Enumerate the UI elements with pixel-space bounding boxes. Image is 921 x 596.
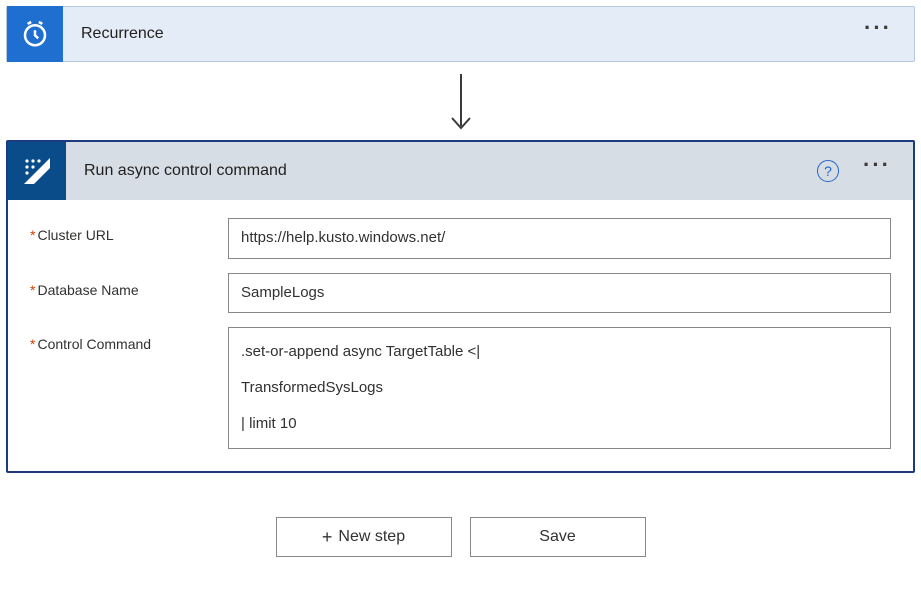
label-control-command: *Control Command xyxy=(30,327,228,352)
save-button[interactable]: Save xyxy=(470,517,646,557)
arrow-down-icon xyxy=(447,72,475,132)
row-control-command: *Control Command xyxy=(30,327,891,449)
label-cluster-url: *Cluster URL xyxy=(30,218,228,243)
action-header[interactable]: Run async control command ? ··· xyxy=(8,142,913,200)
label-database-name: *Database Name xyxy=(30,273,228,298)
row-database-name: *Database Name xyxy=(30,273,891,314)
action-title: Run async control command xyxy=(66,162,795,180)
kusto-icon xyxy=(20,154,54,188)
new-step-label: New step xyxy=(338,528,405,546)
ellipsis-icon: ··· xyxy=(864,17,892,39)
action-card: Run async control command ? ··· *Cluster… xyxy=(6,140,915,473)
recurrence-title: Recurrence xyxy=(63,25,842,43)
row-cluster-url: *Cluster URL xyxy=(30,218,891,259)
connector-arrow xyxy=(6,62,915,140)
footer-buttons: + New step Save xyxy=(6,473,915,569)
clock-icon xyxy=(20,19,50,49)
input-control-command[interactable] xyxy=(228,327,891,449)
input-cluster-url[interactable] xyxy=(228,218,891,259)
ellipsis-icon[interactable]: ··· xyxy=(863,154,891,176)
recurrence-card[interactable]: Recurrence ··· xyxy=(6,6,915,62)
recurrence-menu[interactable]: ··· xyxy=(842,23,914,45)
plus-icon: + xyxy=(322,528,333,546)
recurrence-icon-box xyxy=(7,6,63,62)
save-label: Save xyxy=(539,528,575,546)
action-icon-box xyxy=(8,142,66,200)
action-body: *Cluster URL *Database Name *Control Com… xyxy=(8,200,913,471)
input-database-name[interactable] xyxy=(228,273,891,314)
new-step-button[interactable]: + New step xyxy=(276,517,452,557)
help-icon[interactable]: ? xyxy=(817,160,839,182)
